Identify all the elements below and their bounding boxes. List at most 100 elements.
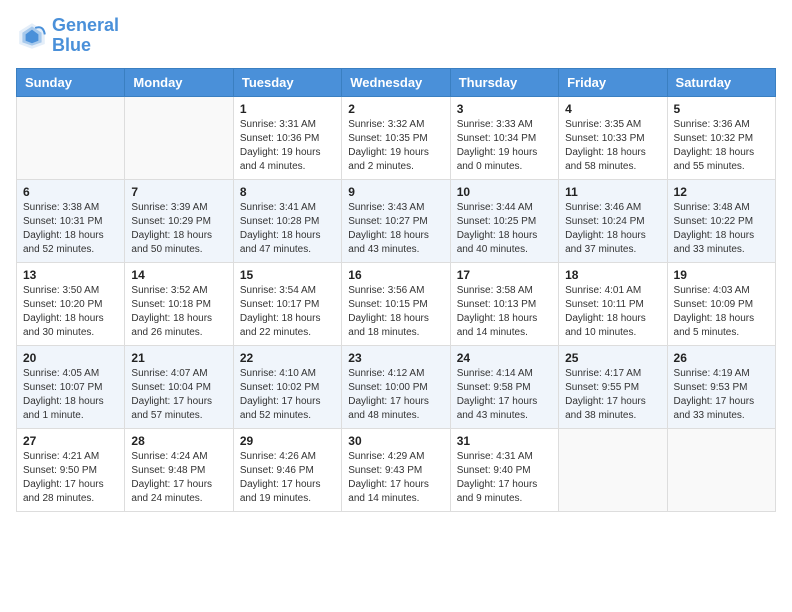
calendar-cell: 4 Sunrise: 3:35 AM Sunset: 10:33 PM Dayli… xyxy=(559,96,667,179)
calendar-cell: 30 Sunrise: 4:29 AM Sunset: 9:43 PM Dayli… xyxy=(342,428,450,511)
calendar-cell: 23Sunrise: 4:12 AM Sunset: 10:00 PM Dayl… xyxy=(342,345,450,428)
day-number: 13 xyxy=(23,268,118,282)
day-number: 11 xyxy=(565,185,660,199)
day-number: 12 xyxy=(674,185,769,199)
day-info: Sunrise: 4:29 AM Sunset: 9:43 PM Dayligh… xyxy=(348,450,443,506)
day-info: Sunrise: 4:07 AM Sunset: 10:04 PM Daylig… xyxy=(131,367,226,423)
day-info: Sunrise: 3:32 AM Sunset: 10:35 PM Daylig… xyxy=(348,118,443,174)
day-number: 15 xyxy=(240,268,335,282)
calendar-cell: 14 Sunrise: 3:52 AM Sunset: 10:18 PM Dayl… xyxy=(125,262,233,345)
day-info: Sunrise: 4:31 AM Sunset: 9:40 PM Dayligh… xyxy=(457,450,552,506)
calendar-week-5: 27 Sunrise: 4:21 AM Sunset: 9:50 PM Dayli… xyxy=(17,428,776,511)
day-info: Sunrise: 3:33 AM Sunset: 10:34 PM Daylig… xyxy=(457,118,552,174)
weekday-header-sunday: Sunday xyxy=(17,68,125,96)
day-number: 25 xyxy=(565,351,660,365)
calendar-cell: 6Sunrise: 3:38 AM Sunset: 10:31 PM Dayli… xyxy=(17,179,125,262)
calendar-table: SundayMondayTuesdayWednesdayThursdayFrid… xyxy=(16,68,776,512)
calendar-cell: 27 Sunrise: 4:21 AM Sunset: 9:50 PM Dayli… xyxy=(17,428,125,511)
day-number: 24 xyxy=(457,351,552,365)
calendar-cell: 8 Sunrise: 3:41 AM Sunset: 10:28 PM Dayli… xyxy=(233,179,341,262)
calendar-cell: 5 Sunrise: 3:36 AM Sunset: 10:32 PM Dayli… xyxy=(667,96,775,179)
day-info: Sunrise: 3:46 AM Sunset: 10:24 PM Daylig… xyxy=(565,201,660,257)
day-info: Sunrise: 3:35 AM Sunset: 10:33 PM Daylig… xyxy=(565,118,660,174)
day-info: Sunrise: 3:56 AM Sunset: 10:15 PM Daylig… xyxy=(348,284,443,340)
day-number: 5 xyxy=(674,102,769,116)
day-info: Sunrise: 4:21 AM Sunset: 9:50 PM Dayligh… xyxy=(23,450,118,506)
calendar-week-1: 1 Sunrise: 3:31 AM Sunset: 10:36 PM Dayli… xyxy=(17,96,776,179)
day-info: Sunrise: 3:52 AM Sunset: 10:18 PM Daylig… xyxy=(131,284,226,340)
day-info: Sunrise: 3:31 AM Sunset: 10:36 PM Daylig… xyxy=(240,118,335,174)
day-info: Sunrise: 3:58 AM Sunset: 10:13 PM Daylig… xyxy=(457,284,552,340)
day-info: Sunrise: 4:24 AM Sunset: 9:48 PM Dayligh… xyxy=(131,450,226,506)
calendar-cell xyxy=(125,96,233,179)
day-number: 8 xyxy=(240,185,335,199)
day-info: Sunrise: 4:03 AM Sunset: 10:09 PM Daylig… xyxy=(674,284,769,340)
day-number: 4 xyxy=(565,102,660,116)
day-info: Sunrise: 3:36 AM Sunset: 10:32 PM Daylig… xyxy=(674,118,769,174)
day-number: 30 xyxy=(348,434,443,448)
day-number: 18 xyxy=(565,268,660,282)
calendar-header-row: SundayMondayTuesdayWednesdayThursdayFrid… xyxy=(17,68,776,96)
page-header: General Blue xyxy=(16,16,776,56)
calendar-cell: 18 Sunrise: 4:01 AM Sunset: 10:11 PM Dayl… xyxy=(559,262,667,345)
day-number: 2 xyxy=(348,102,443,116)
day-info: Sunrise: 4:01 AM Sunset: 10:11 PM Daylig… xyxy=(565,284,660,340)
day-info: Sunrise: 4:19 AM Sunset: 9:53 PM Dayligh… xyxy=(674,367,769,423)
day-info: Sunrise: 3:38 AM Sunset: 10:31 PM Daylig… xyxy=(23,201,118,257)
calendar-cell: 16 Sunrise: 3:56 AM Sunset: 10:15 PM Dayl… xyxy=(342,262,450,345)
day-number: 20 xyxy=(23,351,118,365)
calendar-cell: 7 Sunrise: 3:39 AM Sunset: 10:29 PM Dayli… xyxy=(125,179,233,262)
day-number: 17 xyxy=(457,268,552,282)
weekday-header-monday: Monday xyxy=(125,68,233,96)
calendar-cell: 3 Sunrise: 3:33 AM Sunset: 10:34 PM Dayli… xyxy=(450,96,558,179)
day-number: 26 xyxy=(674,351,769,365)
day-info: Sunrise: 3:50 AM Sunset: 10:20 PM Daylig… xyxy=(23,284,118,340)
logo-icon xyxy=(16,20,48,52)
day-number: 7 xyxy=(131,185,226,199)
calendar-cell: 25 Sunrise: 4:17 AM Sunset: 9:55 PM Dayli… xyxy=(559,345,667,428)
day-info: Sunrise: 4:05 AM Sunset: 10:07 PM Daylig… xyxy=(23,367,118,423)
calendar-cell: 2 Sunrise: 3:32 AM Sunset: 10:35 PM Dayli… xyxy=(342,96,450,179)
calendar-cell: 28 Sunrise: 4:24 AM Sunset: 9:48 PM Dayli… xyxy=(125,428,233,511)
day-number: 16 xyxy=(348,268,443,282)
logo-text: General Blue xyxy=(52,16,119,56)
day-info: Sunrise: 4:10 AM Sunset: 10:02 PM Daylig… xyxy=(240,367,335,423)
day-number: 28 xyxy=(131,434,226,448)
day-info: Sunrise: 4:26 AM Sunset: 9:46 PM Dayligh… xyxy=(240,450,335,506)
calendar-cell: 24 Sunrise: 4:14 AM Sunset: 9:58 PM Dayli… xyxy=(450,345,558,428)
day-number: 19 xyxy=(674,268,769,282)
calendar-cell: 19 Sunrise: 4:03 AM Sunset: 10:09 PM Dayl… xyxy=(667,262,775,345)
day-info: Sunrise: 3:44 AM Sunset: 10:25 PM Daylig… xyxy=(457,201,552,257)
calendar-cell: 15 Sunrise: 3:54 AM Sunset: 10:17 PM Dayl… xyxy=(233,262,341,345)
calendar-cell: 13 Sunrise: 3:50 AM Sunset: 10:20 PM Dayl… xyxy=(17,262,125,345)
day-number: 21 xyxy=(131,351,226,365)
day-info: Sunrise: 3:43 AM Sunset: 10:27 PM Daylig… xyxy=(348,201,443,257)
day-info: Sunrise: 3:41 AM Sunset: 10:28 PM Daylig… xyxy=(240,201,335,257)
day-info: Sunrise: 4:14 AM Sunset: 9:58 PM Dayligh… xyxy=(457,367,552,423)
day-info: Sunrise: 3:48 AM Sunset: 10:22 PM Daylig… xyxy=(674,201,769,257)
calendar-cell: 11 Sunrise: 3:46 AM Sunset: 10:24 PM Dayl… xyxy=(559,179,667,262)
weekday-header-friday: Friday xyxy=(559,68,667,96)
calendar-cell: 20 Sunrise: 4:05 AM Sunset: 10:07 PM Dayl… xyxy=(17,345,125,428)
weekday-header-thursday: Thursday xyxy=(450,68,558,96)
day-number: 9 xyxy=(348,185,443,199)
day-number: 31 xyxy=(457,434,552,448)
calendar-cell: 17 Sunrise: 3:58 AM Sunset: 10:13 PM Dayl… xyxy=(450,262,558,345)
calendar-cell xyxy=(667,428,775,511)
day-info: Sunrise: 3:54 AM Sunset: 10:17 PM Daylig… xyxy=(240,284,335,340)
calendar-week-3: 13 Sunrise: 3:50 AM Sunset: 10:20 PM Dayl… xyxy=(17,262,776,345)
calendar-cell xyxy=(559,428,667,511)
day-info: Sunrise: 4:12 AM Sunset: 10:00 PM Daylig… xyxy=(348,367,443,423)
day-info: Sunrise: 3:39 AM Sunset: 10:29 PM Daylig… xyxy=(131,201,226,257)
day-number: 3 xyxy=(457,102,552,116)
calendar-cell: 1 Sunrise: 3:31 AM Sunset: 10:36 PM Dayli… xyxy=(233,96,341,179)
day-number: 27 xyxy=(23,434,118,448)
calendar-cell: 10Sunrise: 3:44 AM Sunset: 10:25 PM Dayl… xyxy=(450,179,558,262)
day-number: 1 xyxy=(240,102,335,116)
calendar-week-2: 6Sunrise: 3:38 AM Sunset: 10:31 PM Dayli… xyxy=(17,179,776,262)
calendar-cell: 26 Sunrise: 4:19 AM Sunset: 9:53 PM Dayli… xyxy=(667,345,775,428)
calendar-week-4: 20 Sunrise: 4:05 AM Sunset: 10:07 PM Dayl… xyxy=(17,345,776,428)
day-number: 29 xyxy=(240,434,335,448)
day-info: Sunrise: 4:17 AM Sunset: 9:55 PM Dayligh… xyxy=(565,367,660,423)
day-number: 14 xyxy=(131,268,226,282)
